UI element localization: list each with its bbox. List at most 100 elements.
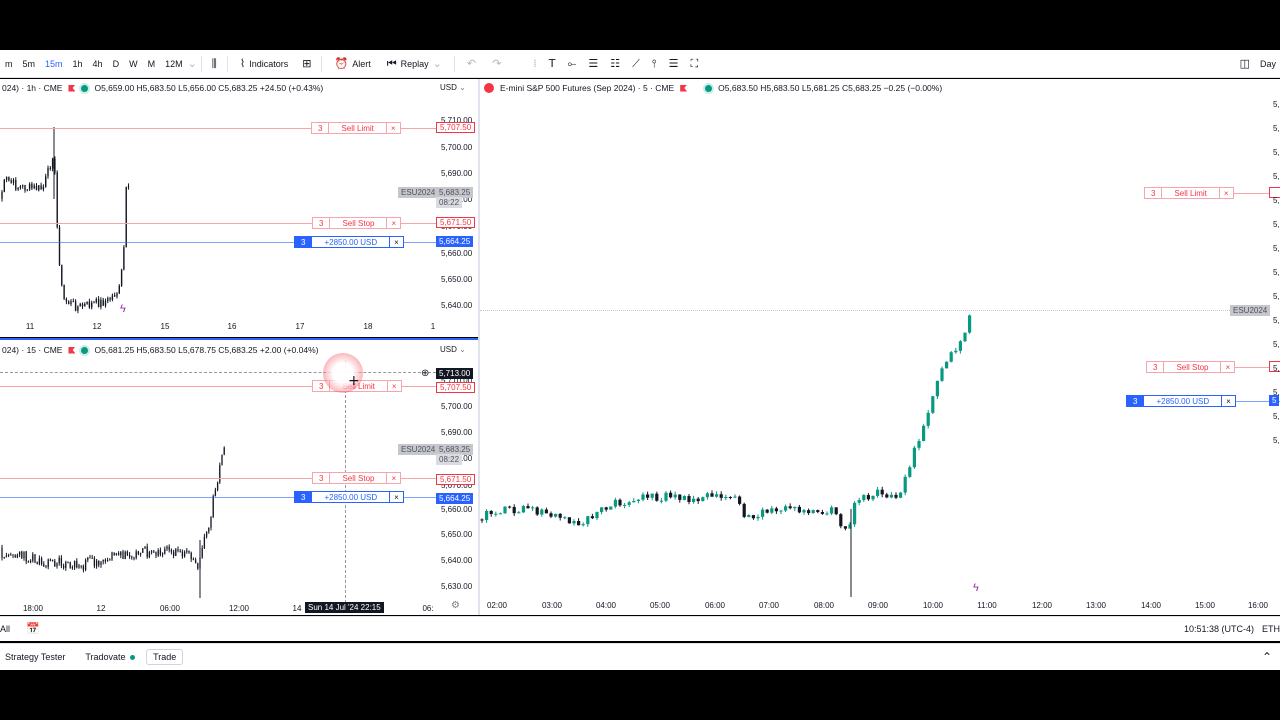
candle-body [70, 301, 72, 304]
candle-body [113, 552, 115, 555]
time-tick: 13:00 [1085, 601, 1107, 610]
fullscreen-icon[interactable]: ⛶ [684, 57, 704, 71]
pattern-tool-icon[interactable]: ☷ [604, 57, 626, 70]
right-label[interactable]: Day [1260, 59, 1280, 69]
candle-body [32, 554, 34, 561]
time-tick: 1 [430, 322, 436, 331]
candle-body [705, 493, 709, 498]
candle-body [81, 303, 84, 307]
lightning-icon[interactable]: ϟ [120, 303, 126, 315]
sell-stop-price-tag: 5,671.50 [436, 217, 476, 228]
time-tick: 14:00 [1140, 601, 1162, 610]
candle-body [61, 265, 63, 286]
indicators-button[interactable]: ⌇ Indicators [232, 57, 296, 70]
timeframe-d[interactable]: D [108, 59, 125, 69]
trend-line-icon[interactable]: ⟜ [562, 57, 583, 71]
layout-icon[interactable]: ◫ [1230, 57, 1260, 70]
timeframe-m-month[interactable]: M [143, 59, 161, 69]
object-tree-icon[interactable]: ☰ [663, 57, 685, 70]
close-icon[interactable]: × [389, 237, 403, 247]
crosshair-tool-icon[interactable]: ⁞ [527, 57, 543, 70]
timeframe-w[interactable]: W [124, 59, 143, 69]
clock[interactable]: 10:51:38 (UTC-4) [1184, 624, 1254, 634]
tab-tradovate[interactable]: Tradovate [80, 652, 140, 662]
chart-pane-15m[interactable]: 024) · 15 · CME O5,681.25 H5,683.50 L5,6… [0, 338, 478, 615]
fib-tool-icon[interactable]: ☰ [582, 57, 604, 70]
candle-body [935, 380, 939, 397]
close-icon[interactable]: × [386, 381, 401, 391]
candle-body [641, 494, 645, 500]
position-order[interactable]: 3 +2850.00 USD × [294, 491, 404, 503]
candle-body [219, 465, 221, 483]
timeframe-5m[interactable]: 5m [18, 59, 41, 69]
sell-stop-order[interactable]: 3 Sell Stop × [312, 217, 402, 229]
candles-1h [1, 127, 130, 314]
close-icon[interactable]: × [386, 473, 400, 483]
candle-body [7, 554, 10, 556]
range-all-button[interactable]: All [0, 624, 10, 634]
close-icon[interactable]: × [386, 218, 400, 228]
order-qty: 3 [295, 237, 313, 247]
lightning-icon[interactable]: ϟ [973, 582, 979, 594]
candle-body [609, 506, 613, 510]
timeframe-4h[interactable]: 4h [88, 59, 108, 69]
top-toolbar: m 5m 15m 1h 4h D W M 12M ⌄ ⫼ ⌇ Indicator… [0, 50, 1280, 78]
candle-body [114, 295, 116, 297]
candle-body [917, 441, 921, 448]
measure-tool-icon[interactable]: ⫯ [646, 57, 663, 71]
chart-pane-1h[interactable]: 024) · 1h · CME O5,659.00 H5,683.50 L5,6… [0, 79, 478, 337]
tab-trade[interactable]: Trade [146, 649, 184, 665]
candle-body [627, 502, 631, 505]
timeframe-1h[interactable]: 1h [68, 59, 88, 69]
toolbar-divider [453, 55, 455, 72]
sell-limit-order[interactable]: 3 Sell Limit × [311, 122, 401, 134]
candle-body [517, 512, 521, 514]
brush-tool-icon[interactable]: ⟋ [626, 57, 646, 71]
candle-body [148, 551, 151, 558]
timeframe-12m[interactable]: 12M [160, 59, 188, 69]
close-icon[interactable]: × [389, 492, 403, 502]
sell-stop-order[interactable]: 3 Sell Stop × [1146, 361, 1236, 373]
chevron-up-icon[interactable]: ⌃ [1262, 650, 1280, 664]
add-order-icon[interactable]: ⊕ [421, 368, 429, 379]
candle-body [54, 561, 56, 567]
close-icon[interactable]: × [385, 123, 400, 133]
alert-button[interactable]: ⏰ Alert [326, 57, 378, 70]
close-icon[interactable]: × [1220, 362, 1234, 372]
undo-icon[interactable]: ↶ [459, 57, 484, 70]
time-tick: 07:00 [758, 601, 780, 610]
time-tick: 12 [96, 604, 106, 613]
price-tick: 5, [1273, 316, 1280, 325]
position-order[interactable]: 3 +2850.00 USD × [1126, 395, 1236, 407]
chart-type-icon[interactable]: ⫼ [206, 57, 223, 71]
calendar-icon[interactable]: 📅 [26, 622, 40, 635]
sell-stop-order[interactable]: 3 Sell Stop × [312, 472, 402, 484]
candle-body [68, 301, 70, 304]
position-order[interactable]: 3 +2850.00 USD × [294, 236, 404, 248]
chevron-down-icon[interactable]: ⌄ [188, 57, 197, 70]
gear-icon[interactable]: ⚙ [451, 600, 460, 611]
close-icon[interactable]: × [1218, 188, 1233, 198]
candle-body [49, 559, 52, 561]
candle-body [682, 496, 686, 500]
candle-body [862, 495, 866, 501]
timeframe-m[interactable]: m [0, 59, 18, 69]
text-tool-icon[interactable]: T [543, 57, 562, 70]
candle-body [724, 497, 728, 499]
candle-body [655, 493, 659, 501]
candle-body [779, 510, 783, 512]
tab-strategy-tester[interactable]: Strategy Tester [0, 652, 70, 662]
candle-body [894, 494, 898, 498]
candle-body [127, 186, 130, 188]
close-icon[interactable]: × [1221, 396, 1235, 406]
candle-body [28, 183, 31, 190]
session-label[interactable]: ETH [1262, 624, 1280, 634]
candle-body [221, 454, 223, 466]
redo-icon[interactable]: ↷ [484, 57, 509, 70]
timeframe-15m[interactable]: 15m [40, 59, 68, 69]
sell-limit-order[interactable]: 3 Sell Limit × [1144, 187, 1234, 199]
price-tick: 5, [1273, 148, 1280, 157]
replay-button[interactable]: ⏮ Replay ⌄ [379, 57, 450, 71]
chart-pane-5m[interactable]: E-mini S&P 500 Futures (Sep 2024) · 5 · … [480, 79, 1280, 615]
layouts-grid-icon[interactable]: ⊞ [296, 57, 317, 70]
